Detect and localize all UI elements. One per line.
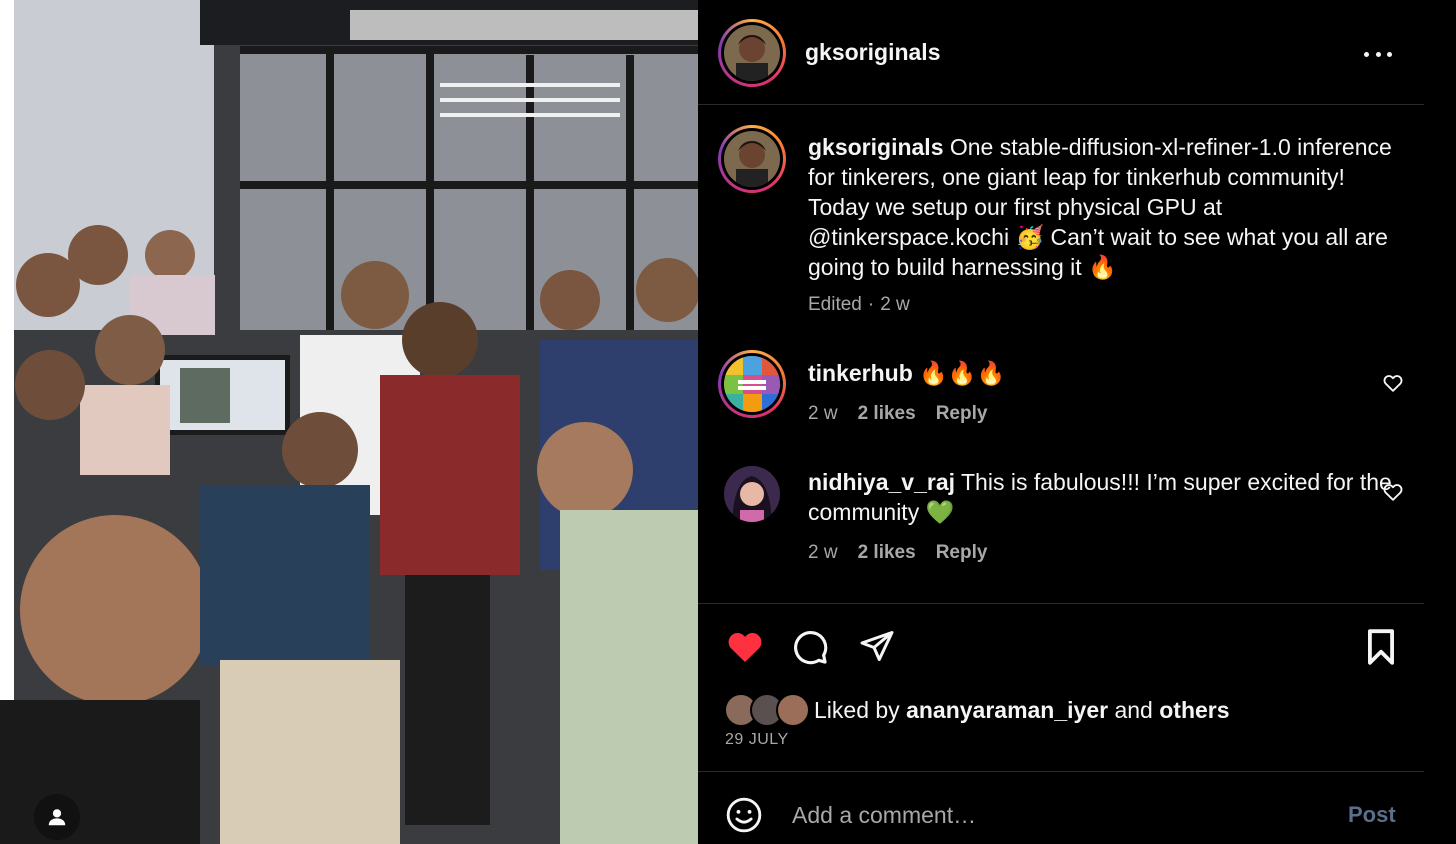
comment-1-username[interactable]: tinkerhub (808, 360, 913, 386)
bookmark-icon[interactable] (1364, 628, 1398, 666)
comment-1-meta: 2 w 2 likes Reply (808, 403, 987, 425)
more-icon (1364, 51, 1369, 57)
heart-outline-icon[interactable] (1382, 481, 1404, 503)
comment-2-username[interactable]: nidhiya_v_raj (808, 469, 955, 495)
caption-avatar[interactable] (718, 125, 786, 193)
edited-label: Edited (808, 294, 862, 315)
share-icon[interactable] (858, 628, 896, 664)
caption-username[interactable]: gksoriginals (808, 134, 943, 160)
comment-1-text: 🔥🔥🔥 (912, 360, 1006, 386)
post-photo[interactable] (0, 0, 698, 844)
heart-outline-icon[interactable] (1382, 372, 1404, 394)
actions-divider (698, 603, 1424, 604)
comment-1-time[interactable]: 2 w (808, 403, 838, 425)
comment-2-time[interactable]: 2 w (808, 542, 838, 564)
caption-text: gksoriginals One stable-diffusion-xl-ref… (808, 132, 1398, 282)
liked-by-text: Liked by ananyaraman_iyer and others (814, 697, 1230, 723)
post-date[interactable]: 29 JULY (725, 731, 789, 749)
liker-avatar-3[interactable] (776, 693, 810, 727)
comment-avatar-tinkerhub[interactable] (718, 350, 786, 418)
liker-username[interactable]: ananyaraman_iyer (906, 697, 1108, 723)
group-photo-image (0, 0, 698, 844)
caption-time[interactable]: 2 w (880, 294, 910, 316)
comment-2-likes[interactable]: 2 likes (858, 542, 916, 564)
emoji-icon[interactable] (725, 796, 763, 834)
comment-input[interactable]: Add a comment… (792, 802, 976, 829)
liked-others[interactable]: others (1159, 697, 1229, 723)
comment-icon[interactable] (791, 628, 829, 666)
post-details-panel: gksoriginals gksoriginals One stable-dif… (698, 0, 1456, 844)
comment-2-reply[interactable]: Reply (936, 542, 988, 564)
comment-1: tinkerhub 🔥🔥🔥 (808, 358, 1398, 388)
more-options-button[interactable] (1364, 44, 1392, 64)
author-avatar[interactable] (718, 19, 786, 87)
comment-2-meta: 2 w 2 likes Reply (808, 542, 987, 564)
header-username[interactable]: gksoriginals (805, 39, 940, 66)
comment-avatar-nidhiya[interactable] (724, 466, 780, 522)
post-header: gksoriginals (698, 0, 1424, 105)
caption-meta: Edited · 2 w (808, 294, 910, 316)
heart-filled-icon[interactable] (724, 627, 766, 667)
comment-1-likes[interactable]: 2 likes (858, 403, 916, 425)
post-comment-button[interactable]: Post (1348, 802, 1396, 828)
tagged-users-button[interactable] (34, 794, 80, 840)
comment-box-divider (698, 771, 1424, 772)
comment-1-reply[interactable]: Reply (936, 403, 988, 425)
user-tag-icon (48, 809, 66, 826)
comment-2: nidhiya_v_raj This is fabulous!!! I’m su… (808, 467, 1398, 527)
